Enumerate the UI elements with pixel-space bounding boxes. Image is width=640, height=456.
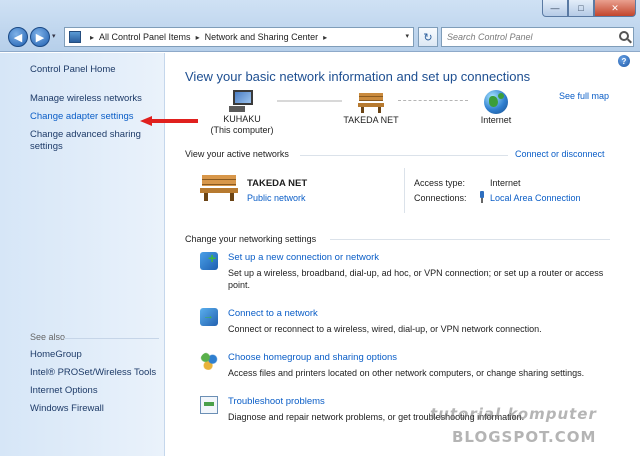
change-settings-heading: Change your networking settings [185,234,317,244]
help-icon[interactable]: ? [618,55,630,67]
breadcrumb-separator[interactable]: ▸ [323,33,327,42]
control-panel-home-link[interactable]: Control Panel Home [30,64,116,76]
map-node-network[interactable]: TAKEDA NET [336,91,406,126]
back-arrow-icon[interactable]: ◀ [8,27,28,47]
sidebar: Control Panel Home Manage wireless netwo… [0,53,165,456]
computer-name: KUHAKU [223,114,261,124]
globe-icon [484,90,508,114]
watermark-url: BLOGSPOT.COM [452,428,597,446]
see-also-internet-options[interactable]: Internet Options [30,385,98,397]
connect-or-disconnect-link[interactable]: Connect or disconnect [515,149,605,159]
divider [300,155,508,156]
divider [64,338,159,339]
active-network-name: TAKEDA NET [247,178,308,189]
troubleshoot-icon [200,396,218,414]
active-networks-heading: View your active networks [185,149,289,159]
map-connector [398,100,468,101]
connect-network-link[interactable]: Connect to a network [228,308,318,319]
network-name: TAKEDA NET [343,115,399,125]
minimize-button[interactable]: — [542,0,568,17]
map-connector [277,100,342,102]
access-type-value: Internet [490,178,521,188]
connect-network-icon [200,308,218,326]
title-bar: — □ ✕ ◀ ▶ ▾ ▸ All Control Panel Items ▸ … [0,0,640,52]
homegroup-sharing-link[interactable]: Choose homegroup and sharing options [228,352,397,363]
see-also-heading: See also [30,332,66,342]
network-bench-icon [358,91,384,113]
see-also-intel-proset[interactable]: Intel® PROSet/Wireless Tools [30,367,156,379]
recent-pages-dropdown-icon[interactable]: ▾ [52,32,56,40]
computer-subtitle: (This computer) [210,125,274,135]
see-also-windows-firewall[interactable]: Windows Firewall [30,403,104,415]
page-title: View your basic network information and … [185,69,531,84]
search-input[interactable]: Search Control Panel [441,27,634,47]
window-controls: — □ ✕ [542,0,636,17]
internet-label: Internet [480,115,512,125]
network-type-link[interactable]: Public network [247,193,306,203]
homegroup-sharing-description: Access files and printers located on oth… [228,368,585,378]
setup-connection-description: Set up a wireless, broadband, dial-up, a… [228,268,604,290]
breadcrumb-separator[interactable]: ▸ [90,33,94,42]
map-node-computer[interactable]: KUHAKU (This computer) [208,90,276,136]
network-bench-icon [200,173,238,201]
access-type-label: Access type: [414,178,466,188]
search-placeholder: Search Control Panel [447,32,533,42]
maximize-button[interactable]: □ [568,0,594,17]
troubleshoot-link[interactable]: Troubleshoot problems [228,396,325,407]
red-arrow-annotation [140,116,198,126]
local-area-connection-link[interactable]: Local Area Connection [490,193,581,203]
computer-icon [229,90,255,112]
breadcrumb-network-and-sharing-center[interactable]: Network and Sharing Center [205,32,319,42]
watermark-text: tutorial komputer [430,405,597,423]
ethernet-icon [478,191,486,203]
forward-arrow-icon[interactable]: ▶ [30,27,50,47]
address-bar[interactable]: ▸ All Control Panel Items ▸ Network and … [64,27,414,47]
control-panel-icon [69,31,81,43]
see-also-homegroup[interactable]: HomeGroup [30,349,82,361]
map-node-internet[interactable]: Internet [470,90,522,126]
see-full-map-link[interactable]: See full map [559,91,609,101]
sidebar-item-change-adapter[interactable]: Change adapter settings [30,111,134,123]
refresh-button[interactable]: ↻ [418,27,438,47]
connections-label: Connections: [414,193,467,203]
setup-connection-link[interactable]: Set up a new connection or network [228,252,379,263]
divider [330,239,610,240]
search-icon[interactable] [619,31,629,41]
divider [404,168,405,213]
sidebar-item-advanced-sharing[interactable]: Change advanced sharing settings [30,129,141,153]
breadcrumb-separator[interactable]: ▸ [196,33,200,42]
homegroup-icon [200,352,218,370]
setup-connection-icon [200,250,218,270]
breadcrumb-all-control-panel-items[interactable]: All Control Panel Items [99,32,191,42]
address-dropdown-icon[interactable]: ▾ [405,32,409,40]
close-button[interactable]: ✕ [594,0,636,17]
connect-network-description: Connect or reconnect to a wireless, wire… [228,324,542,334]
sidebar-item-manage-wireless[interactable]: Manage wireless networks [30,93,142,105]
